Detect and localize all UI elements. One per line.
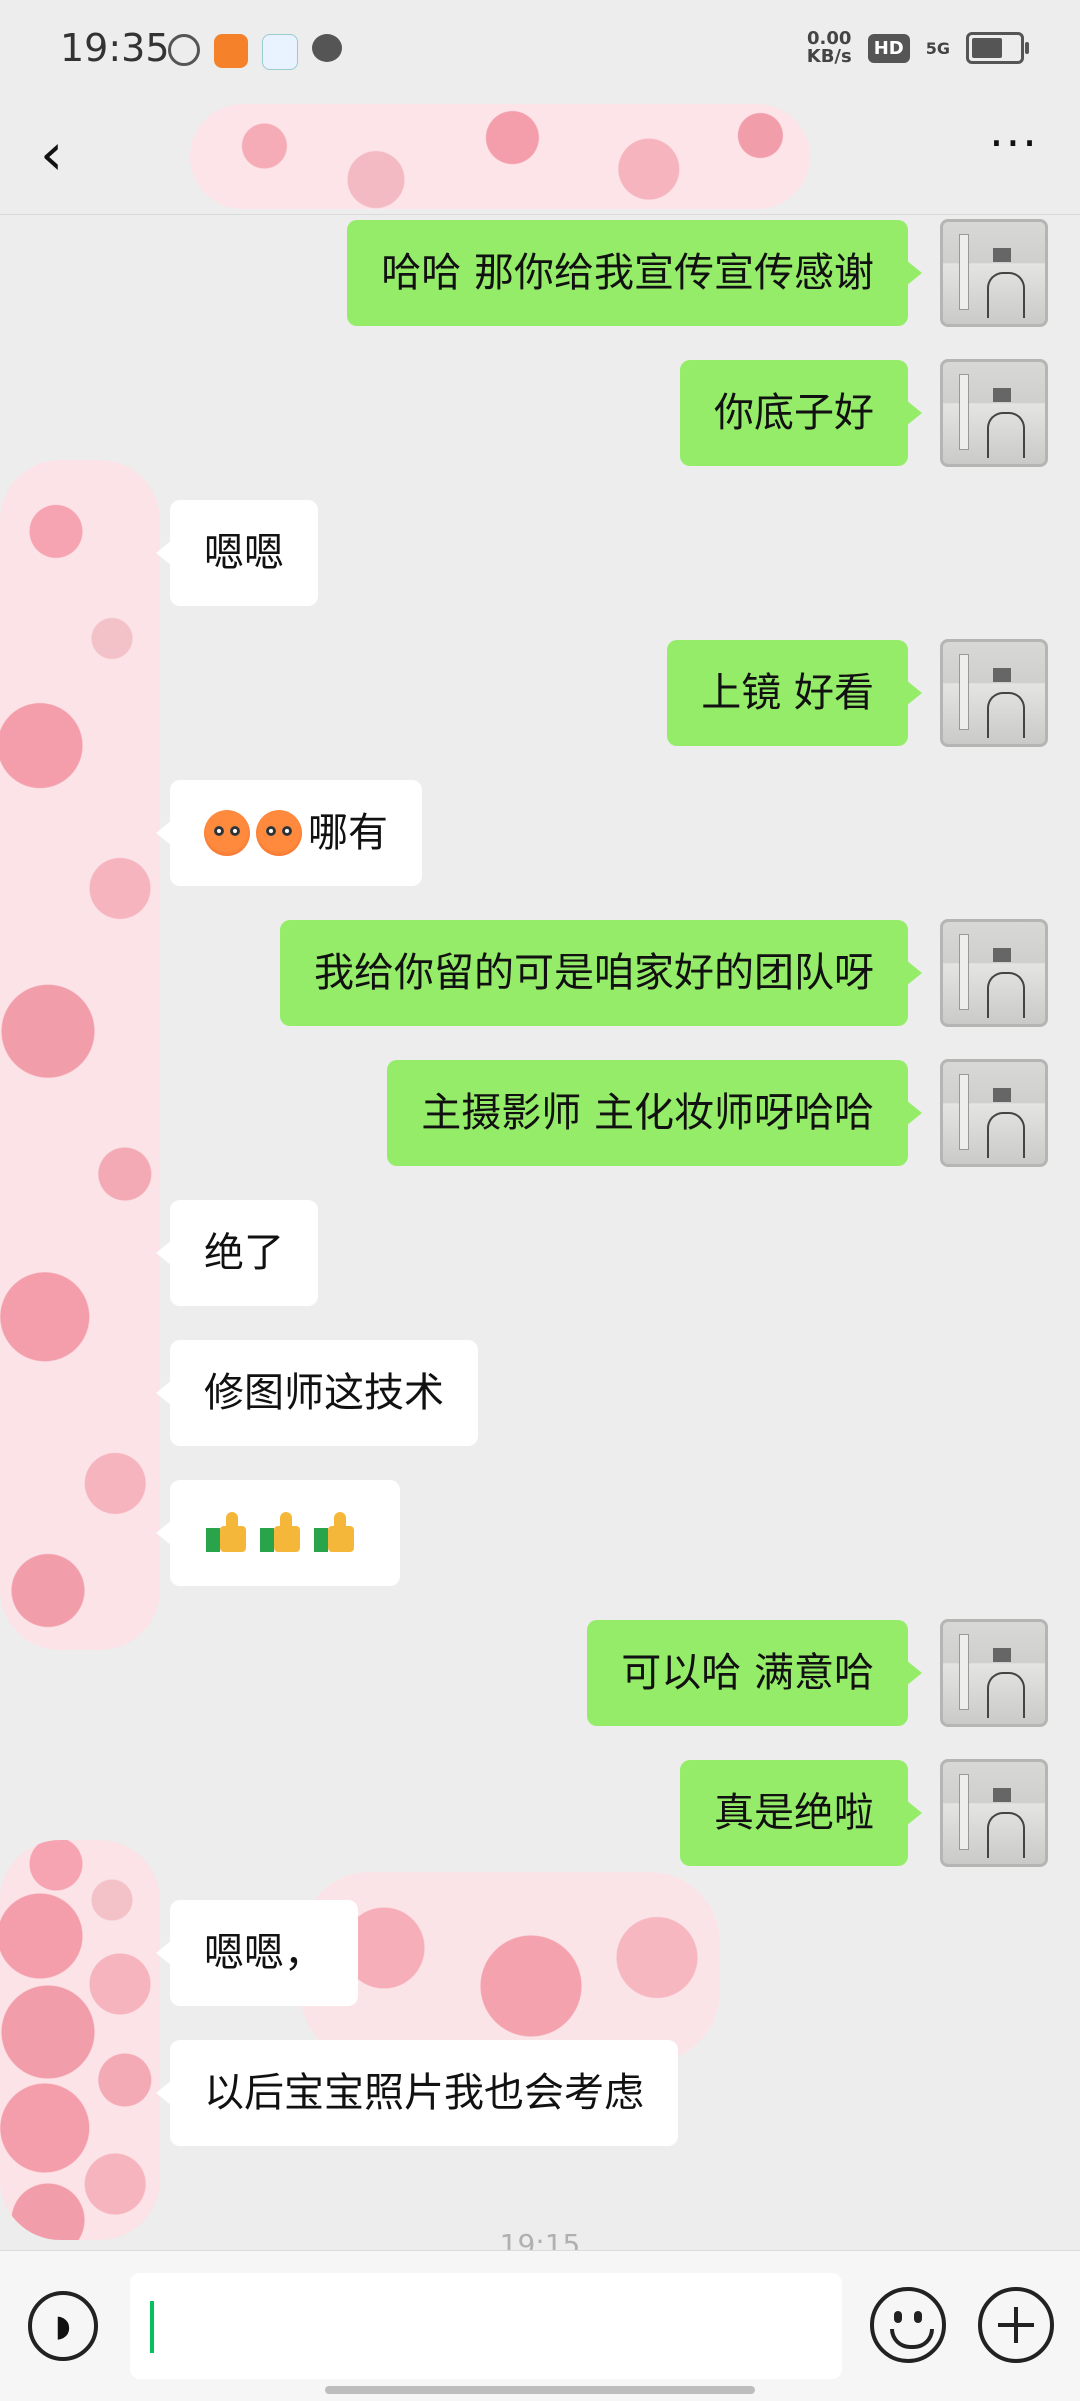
- message-row: 上镜 好看: [667, 640, 922, 746]
- message-bubble-sent[interactable]: 哈哈 那你给我宣传宣传感谢: [347, 220, 922, 326]
- message-input[interactable]: [130, 2273, 842, 2379]
- thumbs-up-icon: [258, 1510, 304, 1556]
- battery-icon: [966, 32, 1029, 64]
- voice-icon[interactable]: ◗: [28, 2291, 98, 2361]
- message-row: 我给你留的可是咱家好的团队呀: [280, 920, 922, 1026]
- chat-header: ‹ ···: [0, 104, 1080, 215]
- message-row: [156, 1480, 400, 1586]
- message-bubble-sent[interactable]: 我给你留的可是咱家好的团队呀: [280, 920, 922, 1026]
- plus-icon[interactable]: [978, 2287, 1054, 2363]
- message-bubble-sent[interactable]: 上镜 好看: [667, 640, 922, 746]
- message-row: 主摄影师 主化妆师呀哈哈: [387, 1060, 922, 1166]
- message-bubble-sent[interactable]: 主摄影师 主化妆师呀哈哈: [387, 1060, 922, 1166]
- avatar-privacy-mask-2: [0, 1840, 160, 2240]
- message-bubble-received[interactable]: 以后宝宝照片我也会考虑: [156, 2040, 678, 2146]
- emoji-icon[interactable]: [870, 2287, 946, 2363]
- message-row: 以后宝宝照片我也会考虑: [156, 2040, 678, 2146]
- title-privacy-mask: [190, 104, 810, 209]
- message-row: 可以哈 满意哈: [587, 1620, 922, 1726]
- flushed-face-icon: [256, 810, 302, 856]
- link-app-icon: [168, 34, 200, 66]
- message-row: 绝了: [156, 1200, 318, 1306]
- flushed-face-icon: [204, 810, 250, 856]
- message-app-icon: [312, 34, 342, 62]
- message-bubble-sent[interactable]: 真是绝啦: [680, 1760, 922, 1866]
- notification-icons: [168, 34, 342, 70]
- signal-icon: 5G: [925, 38, 950, 58]
- message-row: 嗯嗯: [156, 500, 318, 606]
- text-caret: [150, 2301, 154, 2353]
- message-bubble-sent[interactable]: 你底子好: [680, 360, 922, 466]
- hd-icon: HD: [867, 33, 910, 63]
- home-indicator[interactable]: [325, 2386, 755, 2394]
- game-app-icon: [214, 34, 248, 68]
- chat-input-bar: ◗: [0, 2250, 1080, 2401]
- cloud-app-icon: [262, 34, 298, 70]
- message-row: 你底子好: [680, 360, 922, 466]
- my-avatar[interactable]: [940, 359, 1048, 467]
- message-bubble-received[interactable]: 哪有: [156, 780, 422, 886]
- message-bubble-received[interactable]: 修图师这技术: [156, 1340, 478, 1446]
- status-bar: 19:35 0.00 KB/s HD 5G: [0, 0, 1080, 104]
- my-avatar[interactable]: [940, 639, 1048, 747]
- message-row: 哈哈 那你给我宣传宣传感谢: [347, 220, 922, 326]
- my-avatar[interactable]: [940, 1059, 1048, 1167]
- avatar-privacy-mask-1: [0, 460, 160, 1650]
- thumbs-up-icon: [312, 1510, 358, 1556]
- message-row: 真是绝啦: [680, 1760, 922, 1866]
- message-bubble-sent[interactable]: 可以哈 满意哈: [587, 1620, 922, 1726]
- my-avatar[interactable]: [940, 1619, 1048, 1727]
- chevron-left-icon[interactable]: ‹: [40, 124, 80, 184]
- message-bubble-received[interactable]: 绝了: [156, 1200, 318, 1306]
- status-time: 19:35: [60, 26, 170, 70]
- message-row: 嗯嗯，: [156, 1900, 358, 2006]
- network-speed-unit: KB/s: [806, 46, 852, 67]
- message-text: 哪有: [308, 810, 388, 856]
- message-privacy-mask: [300, 1872, 720, 2062]
- thumbs-up-icon: [204, 1510, 250, 1556]
- message-bubble-received[interactable]: 嗯嗯，: [156, 1900, 358, 2006]
- my-avatar[interactable]: [940, 919, 1048, 1027]
- message-row: 修图师这技术: [156, 1340, 478, 1446]
- message-bubble-received[interactable]: [156, 1480, 400, 1586]
- more-dots-icon[interactable]: ···: [984, 120, 1044, 180]
- network-speed: 0.00 KB/s: [807, 30, 852, 66]
- my-avatar[interactable]: [940, 1759, 1048, 1867]
- message-row: 哪有: [156, 780, 422, 886]
- my-avatar[interactable]: [940, 219, 1048, 327]
- message-bubble-received[interactable]: 嗯嗯: [156, 500, 318, 606]
